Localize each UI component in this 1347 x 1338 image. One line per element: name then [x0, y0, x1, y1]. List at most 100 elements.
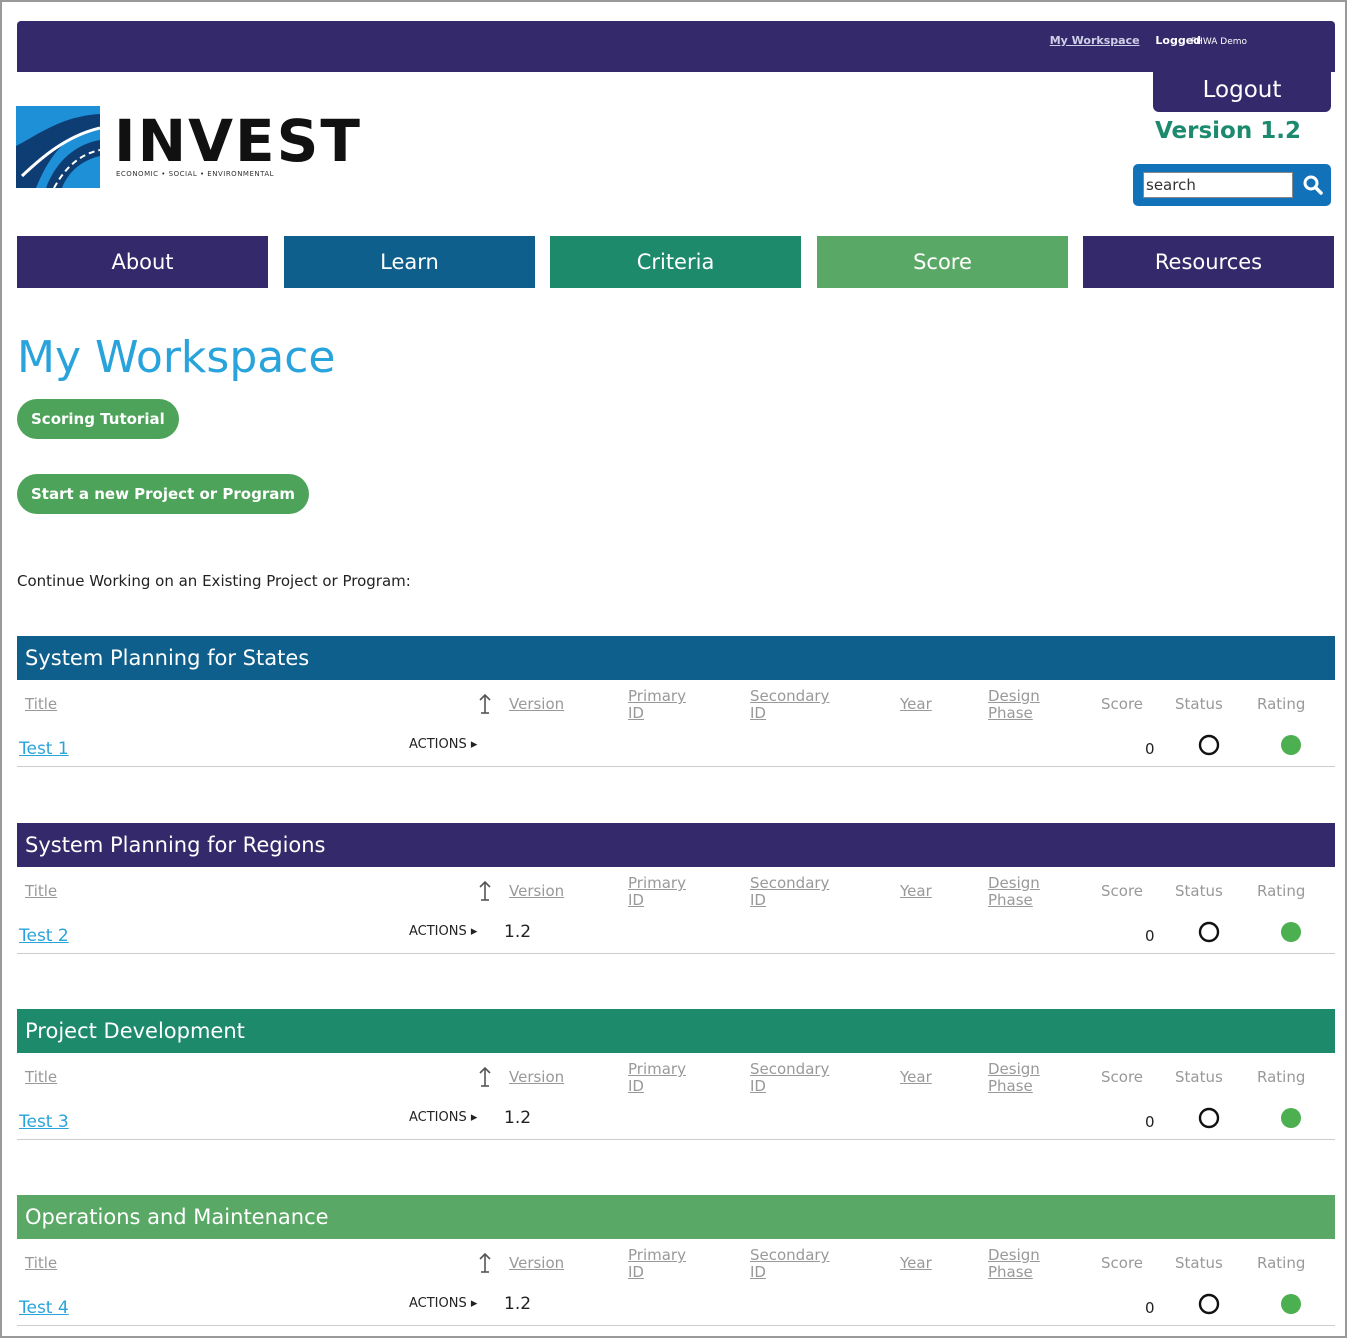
col-rating: Rating — [1257, 695, 1306, 713]
top-links: My Workspace Logged FHWA Demo — [1050, 34, 1247, 47]
col-version[interactable]: Version — [509, 696, 564, 713]
col-year[interactable]: Year — [900, 696, 932, 713]
col-secondary-line1: Secondary — [750, 1060, 830, 1078]
section-header: System Planning for Regions — [17, 823, 1335, 867]
search-box — [1133, 164, 1331, 206]
scoring-tutorial-button[interactable]: Scoring Tutorial — [17, 399, 179, 439]
col-primary-id[interactable]: Primary ID — [628, 688, 686, 722]
col-design-line1: Design — [988, 1246, 1040, 1264]
project-title-link[interactable]: Test 4 — [19, 1298, 69, 1318]
col-primary-line2: ID — [628, 704, 644, 722]
row-version: 1.2 — [504, 1108, 532, 1128]
col-secondary-id[interactable]: Secondary ID — [750, 688, 829, 722]
my-workspace-link[interactable]: My Workspace — [1050, 34, 1140, 47]
col-title[interactable]: Title — [25, 1069, 57, 1086]
col-status: Status — [1175, 1254, 1223, 1272]
col-version[interactable]: Version — [509, 1255, 564, 1272]
col-design-phase[interactable]: Design Phase — [988, 688, 1040, 722]
col-version[interactable]: Version — [509, 883, 564, 900]
col-rating: Rating — [1257, 1254, 1306, 1272]
col-primary-id[interactable]: Primary ID — [628, 1247, 686, 1281]
road-logo-icon — [16, 106, 100, 188]
col-design-line2: Phase — [988, 1263, 1033, 1281]
col-title[interactable]: Title — [25, 883, 57, 900]
col-design-phase[interactable]: Design Phase — [988, 1061, 1040, 1095]
project-title-link[interactable]: Test 1 — [19, 739, 69, 759]
green-dot-icon — [1281, 735, 1301, 755]
sort-arrow-icon[interactable] — [478, 692, 492, 716]
nav-learn[interactable]: Learn — [284, 236, 535, 288]
actions-menu[interactable]: ACTIONS ▸ — [409, 1296, 477, 1311]
green-dot-icon — [1281, 1108, 1301, 1128]
col-status: Status — [1175, 695, 1223, 713]
new-project-button[interactable]: Start a new Project or Program — [17, 474, 309, 514]
logo-wordmark: INVEST — [114, 107, 362, 175]
open-circle-icon — [1198, 1293, 1220, 1315]
col-year[interactable]: Year — [900, 883, 932, 900]
version-label: Version 1.2 — [1155, 118, 1301, 144]
col-primary-line1: Primary — [628, 1060, 686, 1078]
section-system-planning-states: System Planning for States Title Version… — [17, 636, 1335, 767]
col-secondary-line1: Secondary — [750, 687, 830, 705]
open-circle-icon — [1198, 734, 1220, 756]
nav-resources[interactable]: Resources — [1083, 236, 1334, 288]
top-bar: My Workspace Logged FHWA Demo — [17, 21, 1335, 72]
col-version[interactable]: Version — [509, 1069, 564, 1086]
search-icon[interactable] — [1301, 173, 1325, 197]
col-primary-id[interactable]: Primary ID — [628, 875, 686, 909]
actions-menu[interactable]: ACTIONS ▸ — [409, 1110, 477, 1125]
sort-arrow-icon[interactable] — [478, 1251, 492, 1275]
col-primary-id[interactable]: Primary ID — [628, 1061, 686, 1095]
col-secondary-line2: ID — [750, 1077, 766, 1095]
section-header: System Planning for States — [17, 636, 1335, 680]
col-secondary-line2: ID — [750, 1263, 766, 1281]
col-secondary-id[interactable]: Secondary ID — [750, 875, 829, 909]
col-primary-line2: ID — [628, 1077, 644, 1095]
col-year[interactable]: Year — [900, 1069, 932, 1086]
col-secondary-id[interactable]: Secondary ID — [750, 1247, 829, 1281]
col-title[interactable]: Title — [25, 696, 57, 713]
col-secondary-line2: ID — [750, 891, 766, 909]
row-score: 0 — [1145, 740, 1155, 758]
actions-menu[interactable]: ACTIONS ▸ — [409, 737, 477, 752]
col-design-line2: Phase — [988, 1077, 1033, 1095]
row-score: 0 — [1145, 927, 1155, 945]
section-project-development: Project Development Title Version Primar… — [17, 1009, 1335, 1140]
col-design-phase[interactable]: Design Phase — [988, 875, 1040, 909]
col-design-line2: Phase — [988, 704, 1033, 722]
search-input[interactable] — [1143, 172, 1293, 198]
row-version: 1.2 — [504, 922, 532, 942]
open-circle-icon — [1198, 1107, 1220, 1129]
project-title-link[interactable]: Test 3 — [19, 1112, 69, 1132]
page-title: My Workspace — [17, 332, 336, 383]
nav-criteria[interactable]: Criteria — [550, 236, 801, 288]
col-score: Score — [1101, 1068, 1144, 1086]
col-secondary-line1: Secondary — [750, 874, 830, 892]
nav-about[interactable]: About — [17, 236, 268, 288]
nav-score[interactable]: Score — [817, 236, 1068, 288]
project-title-link[interactable]: Test 2 — [19, 926, 69, 946]
row-divider — [17, 953, 1335, 954]
sort-arrow-icon[interactable] — [478, 879, 492, 903]
col-status: Status — [1175, 1068, 1223, 1086]
col-secondary-line1: Secondary — [750, 1246, 830, 1264]
actions-menu[interactable]: ACTIONS ▸ — [409, 924, 477, 939]
green-dot-icon — [1281, 1294, 1301, 1314]
sort-arrow-icon[interactable] — [478, 1065, 492, 1089]
continue-label: Continue Working on an Existing Project … — [17, 572, 411, 590]
row-divider — [17, 766, 1335, 767]
col-secondary-id[interactable]: Secondary ID — [750, 1061, 829, 1095]
col-rating: Rating — [1257, 1068, 1306, 1086]
user-name: FHWA Demo — [1190, 37, 1247, 47]
col-score: Score — [1101, 882, 1144, 900]
col-title[interactable]: Title — [25, 1255, 57, 1272]
col-year[interactable]: Year — [900, 1255, 932, 1272]
col-score: Score — [1101, 695, 1144, 713]
col-design-line1: Design — [988, 1060, 1040, 1078]
row-version: 1.2 — [504, 1294, 532, 1314]
invest-logo[interactable]: INVEST ECONOMIC • SOCIAL • ENVIRONMENTAL — [16, 106, 360, 192]
logout-button[interactable]: Logout — [1153, 70, 1331, 112]
col-design-phase[interactable]: Design Phase — [988, 1247, 1040, 1281]
col-primary-line1: Primary — [628, 1246, 686, 1264]
col-score: Score — [1101, 1254, 1144, 1272]
